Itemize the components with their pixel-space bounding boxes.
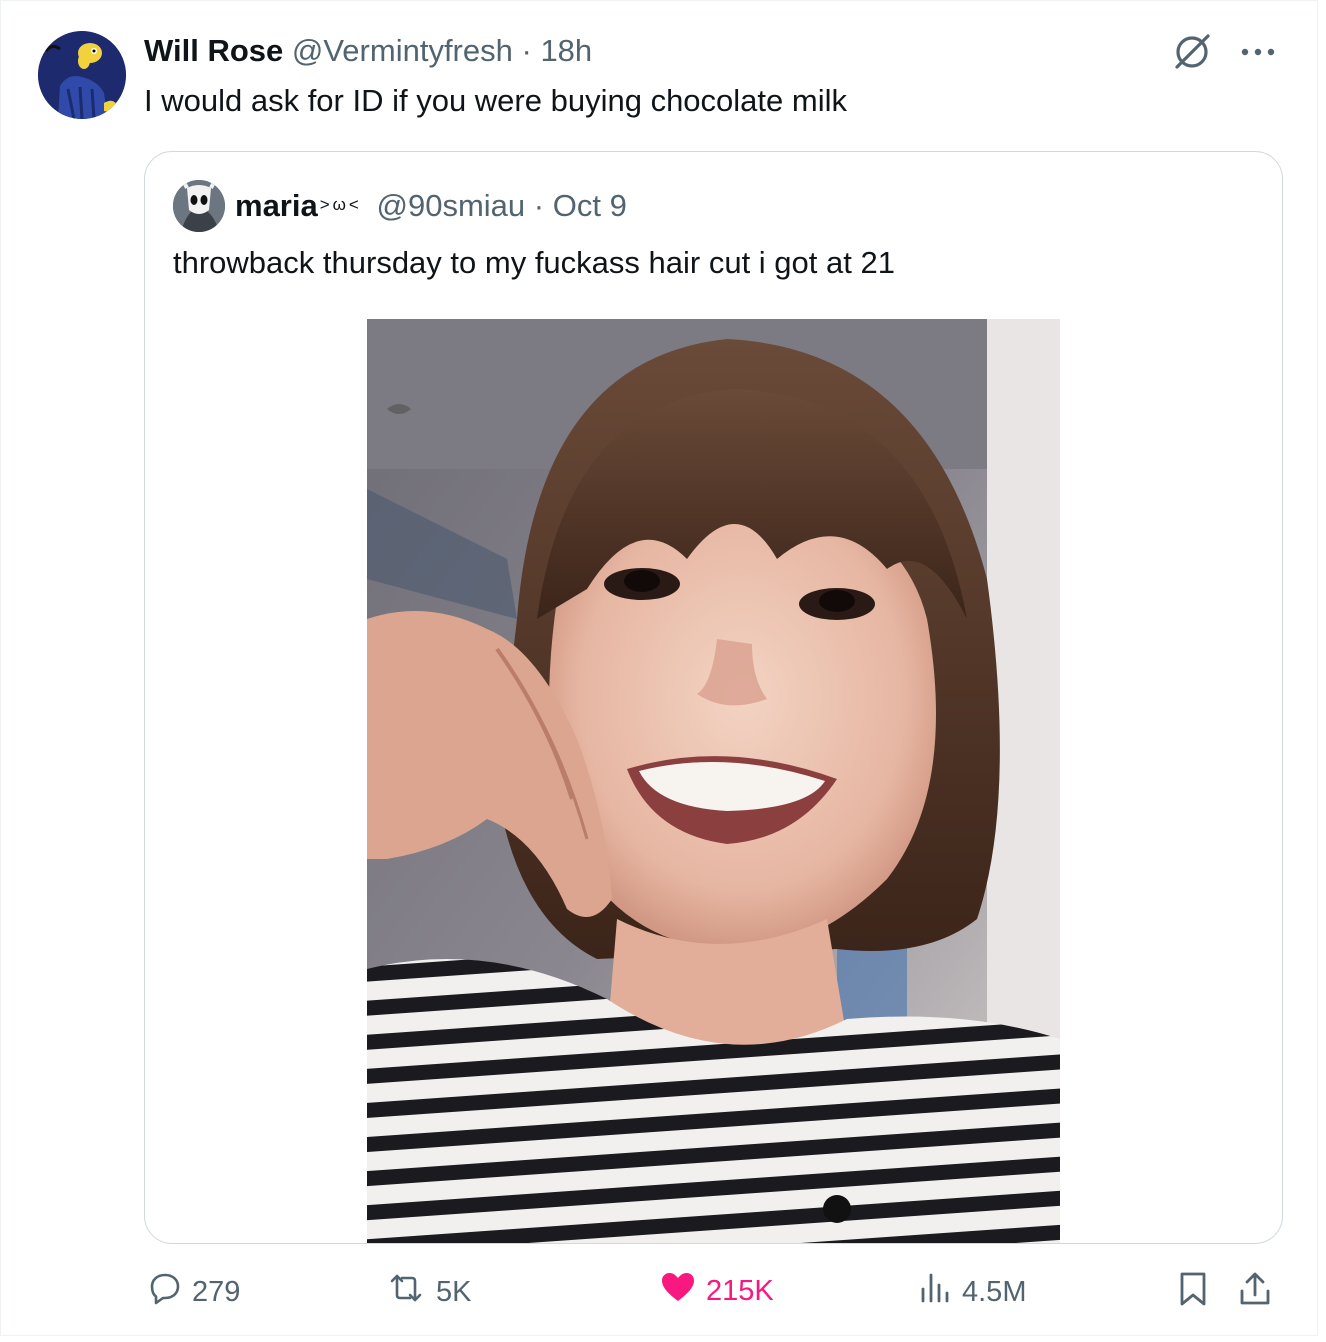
author-avatar[interactable] (38, 31, 126, 119)
views-icon (918, 1271, 952, 1313)
tweet-card: Will Rose @Vermintyfresh · 18h I would a… (0, 0, 1318, 1336)
tweet-header: Will Rose @Vermintyfresh · 18h (144, 31, 592, 71)
quote-photo[interactable] (367, 319, 1060, 1243)
heart-icon (660, 1271, 696, 1311)
share-icon (1238, 1271, 1272, 1315)
action-bar: 279 5K 215K 4.5M (144, 1271, 1284, 1317)
separator-dot: · (521, 33, 532, 68)
tweet-time[interactable]: 18h (540, 33, 592, 68)
reply-icon (148, 1271, 182, 1313)
author-handle[interactable]: @Vermintyfresh (292, 33, 513, 68)
author-name[interactable]: Will Rose (144, 33, 283, 68)
quote-author-avatar[interactable] (173, 180, 225, 232)
quoted-tweet[interactable]: maria >ω< @90smiau · Oct 9 throwback thur… (144, 151, 1283, 1244)
separator-dot: · (533, 188, 545, 223)
quote-text: throwback thursday to my fuckass hair cu… (173, 245, 895, 280)
quote-header: maria >ω< @90smiau · Oct 9 (235, 184, 627, 227)
repost-button[interactable]: 5K (386, 1271, 471, 1313)
top-actions (1171, 31, 1277, 73)
reply-button[interactable]: 279 (148, 1271, 240, 1313)
bookmark-icon (1178, 1271, 1208, 1315)
repost-count: 5K (436, 1275, 472, 1308)
quote-author-emote: >ω< (319, 195, 362, 214)
reply-count: 279 (192, 1275, 241, 1308)
like-button[interactable]: 215K (660, 1271, 774, 1311)
grok-icon[interactable] (1171, 31, 1213, 73)
repost-icon (386, 1271, 426, 1313)
bookmark-button[interactable] (1178, 1271, 1208, 1315)
share-button[interactable] (1238, 1271, 1272, 1315)
tweet-text: I would ask for ID if you were buying ch… (144, 83, 847, 118)
more-icon[interactable] (1239, 46, 1277, 58)
quote-author-handle[interactable]: @90smiau (377, 188, 526, 223)
views-button[interactable]: 4.5M (918, 1271, 1026, 1313)
quote-date[interactable]: Oct 9 (553, 188, 627, 223)
like-count: 215K (706, 1274, 774, 1307)
views-count: 4.5M (962, 1275, 1027, 1308)
quote-author-name[interactable]: maria (235, 188, 318, 223)
